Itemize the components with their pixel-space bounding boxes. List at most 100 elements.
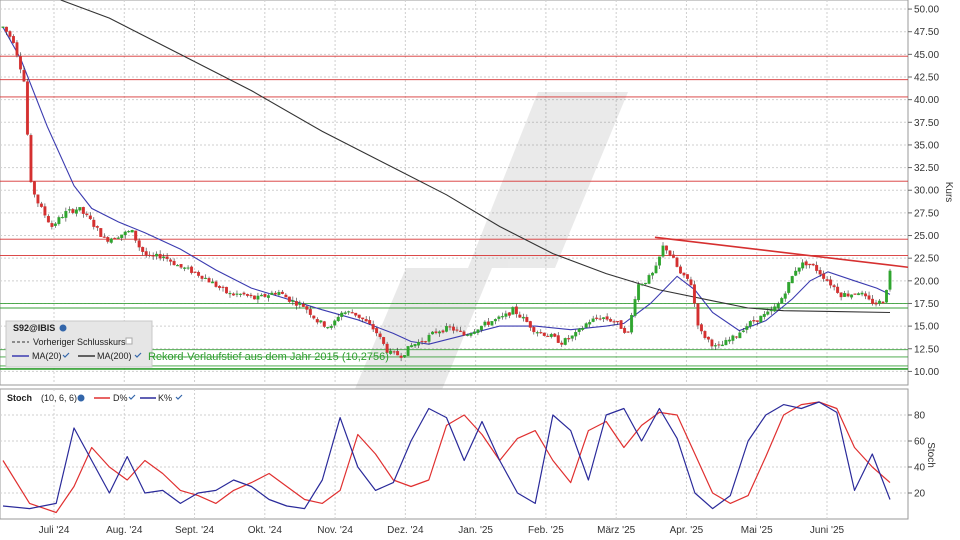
candle-body [291,300,295,302]
stoch-axis-title: Stoch [925,442,936,468]
y-tick-label: 50.00 [914,5,939,16]
candle-body [794,270,798,276]
candle-body [172,260,176,266]
candle-body [497,316,501,319]
candle-body [284,294,288,298]
candle-body [225,286,228,294]
candle-body [329,325,333,328]
candle-body [340,312,344,317]
candle-body [252,295,256,300]
candle-body [623,327,627,333]
stoch-settings-icon[interactable] [77,394,85,402]
candle-body [333,320,337,326]
candle-body [123,231,127,236]
candle-body [1,26,5,28]
candle-body [109,238,113,243]
candle-body [50,223,54,227]
candle-body [633,299,637,316]
candle-body [315,319,319,323]
candle-body [15,42,19,56]
candle-body [228,293,232,295]
candle-body [507,312,511,316]
candle-body [403,355,407,358]
candle-body [130,229,134,233]
stoch-panel: 20 40 60 80 Stoch Stoch (10, 6, 6) D% K% [0,388,936,520]
candle-body [759,315,763,323]
candle-body [375,328,379,334]
candle-body [259,294,263,297]
candle-body [511,307,515,315]
candle-body [193,271,197,273]
candle-body [577,328,581,332]
stoch-y-tick-label: 20 [914,489,926,500]
candle-body [441,330,445,333]
x-tick-label: Feb. '25 [528,525,564,536]
candle-body [347,311,351,313]
candle-body [64,211,68,218]
candle-body [378,333,382,338]
candle-body [235,293,239,295]
candle-body [574,332,578,337]
candle-body [74,209,78,214]
candle-body [43,206,47,216]
y-tick-label: 17.50 [914,299,939,310]
y-tick-label: 22.50 [914,254,939,265]
candle-body [867,295,871,300]
candle-body [609,318,613,322]
candle-body [476,329,480,333]
candle-body [560,342,564,345]
candle-body [57,217,61,225]
candle-body [734,336,738,338]
candle-body [88,215,92,220]
candle-body [452,326,455,331]
candle-body [238,293,242,295]
candle-body [699,324,703,332]
candle-body [696,303,700,326]
candle-body [605,316,609,320]
candle-body [668,250,672,256]
candle-body [242,292,246,295]
price-axis-title: Kurs [943,182,954,203]
candle-body [357,314,361,318]
x-tick-label: Mai '25 [741,525,773,536]
candle-body [717,344,721,346]
legend-checkbox-icon[interactable] [125,337,133,345]
candle-body [382,337,386,344]
candle-body [389,350,393,354]
stoch-params: (10, 6, 6) [41,393,77,403]
candle-body [322,321,326,327]
x-tick-label: Aug. '24 [106,525,143,536]
candle-body [92,219,96,227]
candle-body [731,335,735,341]
candle-body [165,256,169,259]
candle-body [277,292,281,296]
candle-body [857,293,861,296]
candle-body [518,314,522,318]
candle-body [528,321,532,328]
candle-body [294,301,298,306]
candle-body [672,254,675,258]
candle-body [741,330,745,332]
candle-body [888,270,892,290]
candle-body [319,320,323,323]
candle-body [556,335,560,343]
y-tick-label: 25.00 [914,231,939,242]
candle-body [183,267,187,269]
candle-body [420,340,424,343]
candle-body [808,263,812,266]
candle-body [81,206,85,214]
candle-body [692,284,696,304]
y-tick-label: 40.00 [914,95,939,106]
candle-body [273,292,277,295]
symbol-settings-icon[interactable] [59,324,67,332]
price-legend: S92@IBIS Vorheriger Schlusskurs MA(20) M… [5,320,153,368]
candle-body [448,326,452,328]
candle-body [158,254,162,259]
candle-body [493,319,497,322]
candle-body [860,292,864,295]
candle-body [280,291,284,294]
candle-body [885,289,888,303]
candle-body [829,279,833,286]
candle-body [748,321,752,327]
candle-body [483,321,487,326]
